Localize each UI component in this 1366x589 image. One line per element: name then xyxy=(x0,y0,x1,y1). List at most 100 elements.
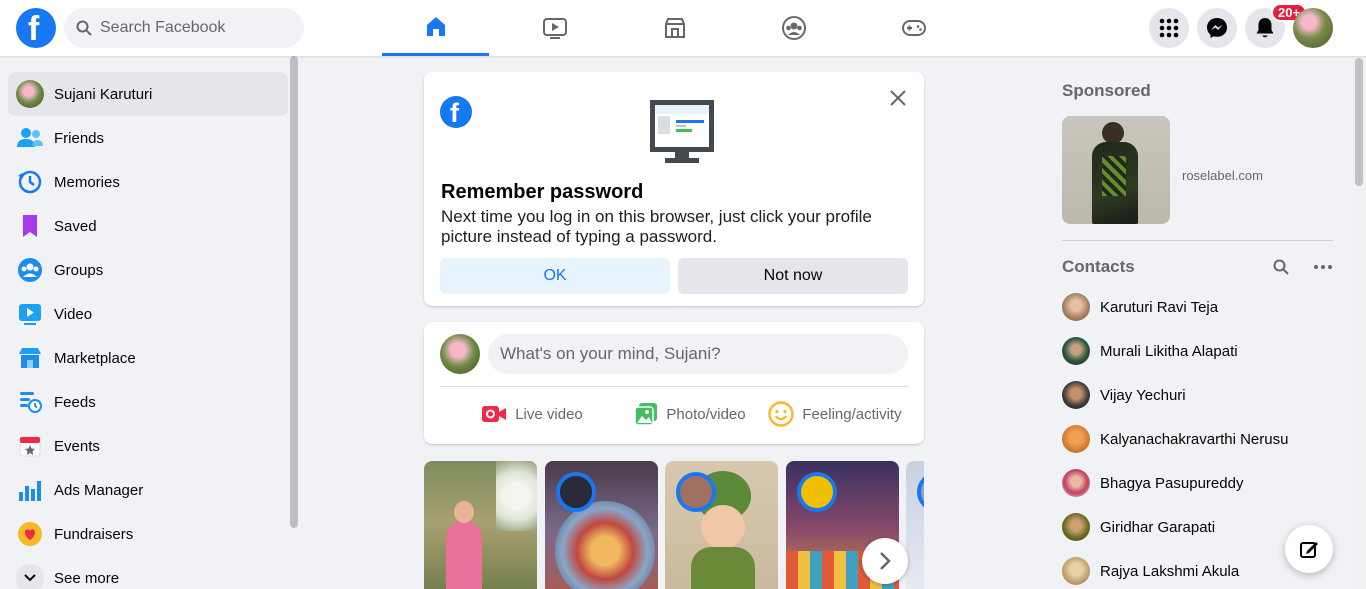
stories-next-button[interactable] xyxy=(862,538,908,584)
avatar xyxy=(1062,513,1090,541)
close-icon xyxy=(890,90,906,106)
stories-tray xyxy=(424,461,924,589)
sidebar-item-profile[interactable]: Sujani Karuturi xyxy=(8,72,288,116)
story-card[interactable] xyxy=(545,461,658,589)
ok-button[interactable]: OK xyxy=(440,258,670,294)
avatar[interactable] xyxy=(440,334,480,374)
grid-menu-icon xyxy=(1159,18,1179,38)
saved-icon xyxy=(23,215,37,237)
search-input[interactable] xyxy=(100,19,290,37)
search-icon xyxy=(76,20,92,36)
sidebar-item-video[interactable]: Video xyxy=(8,292,288,336)
ad-domain[interactable]: roselabel.com xyxy=(1182,168,1263,183)
contact-name: Bhagya Pasupureddy xyxy=(1100,474,1244,492)
contact-name: Karuturi Ravi Teja xyxy=(1100,298,1219,316)
sidebar-item-saved[interactable]: Saved xyxy=(8,204,288,248)
groups-icon xyxy=(781,16,806,40)
contact-item[interactable]: Kalyanachakravarthi Nerusu xyxy=(1056,417,1346,461)
sidebar-item-marketplace[interactable]: Marketplace xyxy=(8,336,288,380)
sidebar-item-label: Video xyxy=(54,305,93,323)
story-card[interactable] xyxy=(665,461,778,589)
photo-video-icon xyxy=(634,403,658,426)
story-avatar-ring xyxy=(676,472,716,512)
avatar xyxy=(1062,425,1090,453)
bell-icon xyxy=(1256,18,1274,38)
remember-password-dialog: f Remember password Next time you log in… xyxy=(424,72,924,306)
avatar xyxy=(1062,293,1090,321)
sidebar-item-see-more[interactable]: See more xyxy=(8,556,288,589)
tab-groups[interactable] xyxy=(740,0,847,56)
page-scrollbar-thumb[interactable] xyxy=(1355,58,1363,186)
story-avatar-ring xyxy=(556,472,596,512)
sidebar-item-label: Memories xyxy=(54,173,120,191)
contact-item[interactable]: Murali Likitha Alapati xyxy=(1056,329,1346,373)
sidebar-item-label: Ads Manager xyxy=(54,481,144,499)
marketplace-icon xyxy=(664,18,685,38)
ad-image[interactable] xyxy=(1062,116,1170,224)
dialog-title: Remember password xyxy=(441,181,644,203)
contact-item[interactable]: Karuturi Ravi Teja xyxy=(1056,285,1346,329)
search-contacts-button[interactable] xyxy=(1268,256,1294,278)
sidebar-item-label: Fundraisers xyxy=(54,525,134,543)
sidebar-item-fundraisers[interactable]: Fundraisers xyxy=(8,512,288,556)
chevron-right-icon xyxy=(880,552,891,570)
avatar xyxy=(1062,469,1090,497)
search-icon xyxy=(1273,259,1289,275)
sidebar-item-feeds[interactable]: Feeds xyxy=(8,380,288,424)
post-composer: Live video Photo/video Feeling/activity xyxy=(424,322,924,444)
sidebar-item-memories[interactable]: Memories xyxy=(8,160,288,204)
feeling-activity-button[interactable]: Feeling/activity xyxy=(760,394,910,434)
messenger-button[interactable] xyxy=(1197,8,1237,48)
sidebar-item-events[interactable]: Events xyxy=(8,424,288,468)
story-card[interactable] xyxy=(424,461,537,589)
top-navigation-bar: f 20+ xyxy=(0,0,1366,56)
sidebar-item-friends[interactable]: Friends xyxy=(8,116,288,160)
contact-item[interactable]: Vijay Yechuri xyxy=(1056,373,1346,417)
contact-name: Murali Likitha Alapati xyxy=(1100,342,1238,360)
sidebar-scrollbar[interactable] xyxy=(290,56,298,528)
close-button[interactable] xyxy=(884,84,912,112)
menu-button[interactable] xyxy=(1149,8,1189,48)
contact-name: Rajya Lakshmi Akula xyxy=(1100,562,1240,580)
watch-icon xyxy=(542,18,567,39)
memories-icon xyxy=(18,170,42,194)
sidebar-item-label: Friends xyxy=(54,129,105,147)
contact-name: Giridhar Garapati xyxy=(1100,518,1216,536)
contact-name: Vijay Yechuri xyxy=(1100,386,1186,404)
ads-manager-icon xyxy=(19,481,41,501)
contacts-options-button[interactable] xyxy=(1310,256,1336,278)
new-message-button[interactable] xyxy=(1285,525,1333,573)
more-options-icon xyxy=(1314,265,1332,269)
tab-gaming[interactable] xyxy=(860,0,967,56)
tab-home[interactable] xyxy=(382,0,489,56)
live-video-button[interactable]: Live video xyxy=(452,394,612,434)
not-now-button[interactable]: Not now xyxy=(678,258,908,294)
divider xyxy=(1062,240,1333,241)
page-scrollbar[interactable] xyxy=(1352,56,1366,589)
sidebar-item-label: Events xyxy=(54,437,100,455)
feeling-icon xyxy=(768,401,795,427)
gaming-icon xyxy=(901,20,926,36)
contact-item[interactable]: Bhagya Pasupureddy xyxy=(1056,461,1346,505)
sidebar-item-groups[interactable]: Groups xyxy=(8,248,288,292)
photo-video-button[interactable]: Photo/video xyxy=(610,394,770,434)
avatar xyxy=(1062,337,1090,365)
facebook-logo-small: f xyxy=(440,96,472,128)
divider xyxy=(440,386,908,387)
sidebar-item-ads-manager[interactable]: Ads Manager xyxy=(8,468,288,512)
home-icon xyxy=(426,16,445,36)
monitor-illustration xyxy=(650,100,714,163)
account-avatar[interactable] xyxy=(1293,8,1333,48)
tab-marketplace[interactable] xyxy=(621,0,728,56)
story-card[interactable] xyxy=(906,461,924,589)
tab-watch[interactable] xyxy=(501,0,608,56)
dialog-body: Next time you log in on this browser, ju… xyxy=(441,207,872,246)
chevron-down-icon xyxy=(24,574,36,582)
composer-input[interactable] xyxy=(488,334,908,374)
facebook-logo[interactable]: f xyxy=(16,8,56,48)
story-avatar-ring xyxy=(797,472,837,512)
live-video-icon xyxy=(482,406,507,422)
search-box[interactable] xyxy=(64,8,304,48)
contacts-heading: Contacts xyxy=(1062,257,1135,276)
left-sidebar: Sujani Karuturi Friends Memories Saved G… xyxy=(0,56,300,589)
